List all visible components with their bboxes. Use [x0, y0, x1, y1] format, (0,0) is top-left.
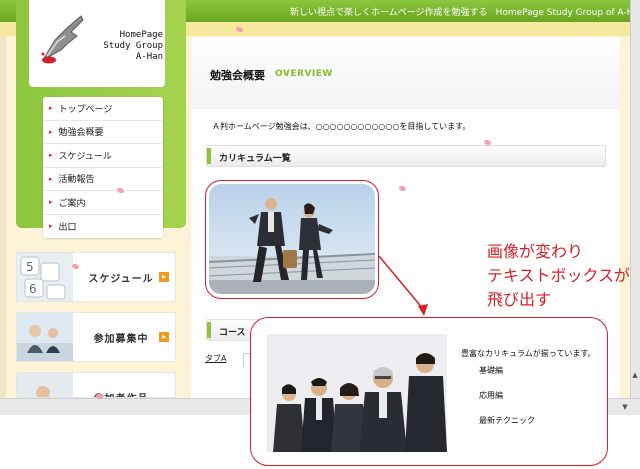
office-workers-image — [17, 313, 73, 361]
curriculum-photo-highlight[interactable] — [205, 180, 379, 299]
banner-label: 参加募集中 — [93, 333, 149, 345]
section-accent — [207, 148, 211, 164]
section-title: コース — [219, 328, 246, 338]
annotation-text: 画像が変わり テキストボックスが 飛び出す — [487, 240, 637, 312]
logo-line-2: Study Group — [103, 41, 163, 51]
arrow-right-icon: ▸ — [159, 272, 169, 282]
popup-item-advanced[interactable]: 応用編 — [479, 390, 503, 401]
popup-item-basic[interactable]: 基礎編 — [479, 365, 503, 376]
curriculum-popup[interactable]: 豊富なカリキュラムが揃っています。 基礎編 応用編 最新テクニック — [250, 317, 608, 466]
nav-bullet-icon: ▸ — [49, 127, 53, 136]
banner-label: 参加者作品 — [77, 373, 165, 398]
nav-item-guide[interactable]: ▸ ご案内 — [43, 191, 163, 215]
nav-item-label: 勉強会概要 — [58, 128, 104, 139]
intro-text: Ａ判ホームページ勉強会は、○○○○○○○○○○○○を目指しています。 — [212, 122, 471, 131]
scrollbar-vertical[interactable] — [630, 0, 640, 415]
business-people-walking-image — [209, 184, 375, 294]
banner-schedule[interactable]: 5 6 スケジュール ▸ — [16, 252, 176, 302]
annotation-line-2: テキストボックスが — [487, 266, 631, 285]
page-title: 勉強会概要 — [210, 69, 265, 82]
tab-a[interactable]: タブA — [205, 353, 226, 364]
section-title: カリキュラム一覧 — [219, 154, 291, 164]
nav-item-exit[interactable]: ▸ 出口 — [43, 215, 163, 239]
annotation-line-3: 飛び出す — [487, 290, 552, 309]
logo[interactable]: HomePage Study Group A-Han — [29, 0, 165, 87]
nav-item-report[interactable]: ▸ 活動報告 — [43, 168, 163, 191]
section-accent — [207, 322, 211, 338]
overview-header: 勉強会概要 OVERVIEW — [191, 37, 620, 109]
person-image — [17, 373, 73, 397]
side-nav: ▸ トップページ ▸ 勉強会概要 ▸ スケジュール ▸ 活動報告 ▸ ご案内 ▸ 出口 — [43, 97, 163, 238]
arrow-right-icon: ▸ — [159, 332, 169, 342]
popup-lead-text: 豊富なカリキュラムが揃っています。 — [461, 349, 596, 358]
nav-item-label: 出口 — [58, 222, 77, 233]
nav-bullet-icon: ▸ — [49, 174, 53, 183]
header-tagline: 新しい視点で楽しくホームページ作成を勉強する HomePage Study Gro… — [290, 5, 640, 18]
page-left-edge — [0, 0, 6, 415]
nav-item-label: 活動報告 — [58, 175, 95, 186]
nav-bullet-icon: ▸ — [49, 222, 53, 231]
nav-item-label: スケジュール — [58, 151, 112, 162]
section-curriculum: カリキュラム一覧 — [206, 145, 606, 167]
calculator-keys-image: 5 6 — [17, 253, 73, 301]
nav-item-overview[interactable]: ▸ 勉強会概要 — [43, 121, 163, 144]
logo-line-1: HomePage — [119, 30, 163, 40]
banner-label: スケジュール — [88, 273, 154, 285]
scroll-down-icon[interactable]: ▲ — [630, 370, 640, 380]
svg-text:5: 5 — [26, 260, 34, 274]
nav-item-label: ご案内 — [58, 198, 86, 209]
pointing-hand-logo-icon — [41, 15, 84, 64]
nav-item-top[interactable]: ▸ トップページ — [43, 97, 163, 121]
logo-text: HomePage Study Group A-Han — [83, 30, 163, 63]
scroll-corner-icon[interactable]: ▼ — [620, 402, 630, 412]
nav-bullet-icon: ▸ — [49, 104, 53, 113]
popup-item-latest[interactable]: 最新テクニック — [479, 415, 535, 426]
tagline-en: HomePage Study Group of A-Han — [495, 8, 640, 18]
page-subtitle: OVERVIEW — [275, 69, 333, 79]
nav-item-schedule[interactable]: ▸ スケジュール — [43, 144, 163, 168]
banner-recruiting[interactable]: 参加募集中 ▸ — [16, 312, 176, 362]
nav-item-label: トップページ — [58, 104, 113, 115]
tagline-jp: 新しい視点で楽しくホームページ作成を勉強する — [290, 8, 488, 18]
svg-text:6: 6 — [29, 282, 37, 296]
business-team-image — [267, 334, 447, 452]
annotation-line-1: 画像が変わり — [487, 242, 584, 261]
nav-bullet-icon: ▸ — [49, 151, 53, 160]
nav-bullet-icon: ▸ — [49, 198, 53, 207]
logo-line-3: A-Han — [135, 52, 163, 62]
